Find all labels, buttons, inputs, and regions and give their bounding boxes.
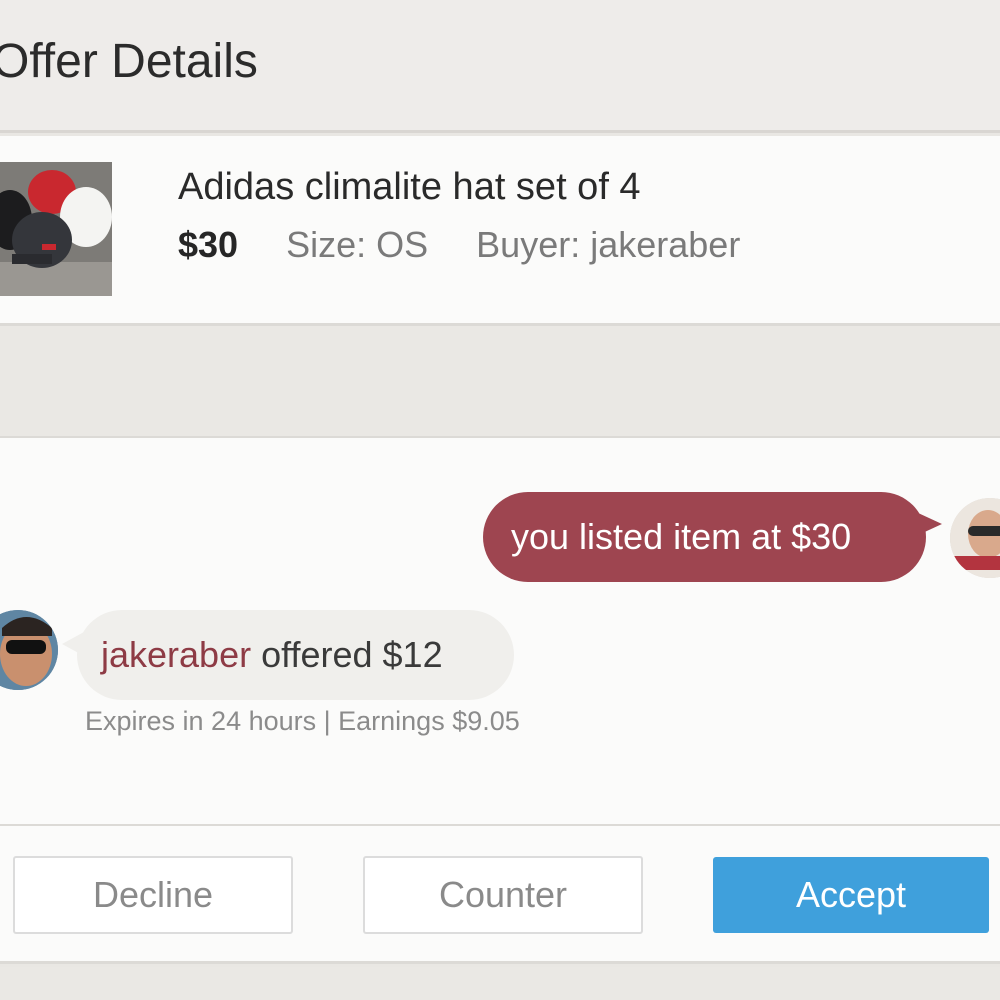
page-title: Offer Details [0, 35, 258, 88]
seller-bubble-tail [916, 512, 942, 536]
header-bar: Offer Details [0, 0, 1000, 133]
seller-message-bubble: you listed item at $30 [483, 492, 926, 582]
buyer-offer-bubble: jakeraber offered $12 [77, 610, 514, 700]
offer-username-link[interactable]: jakeraber [101, 634, 251, 676]
counter-button[interactable]: Counter [363, 856, 643, 934]
item-thumbnail[interactable] [0, 162, 112, 296]
seller-avatar-icon[interactable] [950, 498, 1000, 578]
item-size: Size: OS [286, 224, 429, 265]
buyer-avatar-icon[interactable] [0, 610, 58, 690]
item-card[interactable]: Adidas climalite hat set of 4 $30 Size: … [0, 136, 1000, 326]
accept-button[interactable]: Accept [713, 857, 989, 933]
offer-actions-bar: Decline Counter Accept [0, 826, 1000, 964]
offer-amount-text: offered $12 [261, 634, 443, 675]
decline-button[interactable]: Decline [13, 856, 293, 934]
offer-expiry-earnings: Expires in 24 hours | Earnings $9.05 [85, 706, 520, 736]
item-title[interactable]: Adidas climalite hat set of 4 [178, 166, 641, 209]
offer-conversation: you listed item at $30 jakeraber offered… [0, 436, 1000, 826]
item-meta-row: $30 Size: OS Buyer: jakeraber [178, 224, 740, 266]
item-buyer: Buyer: jakeraber [476, 224, 741, 265]
section-divider [0, 326, 1000, 436]
hats-photo-icon [0, 162, 112, 296]
item-price: $30 [178, 224, 239, 265]
bottom-divider [0, 967, 1000, 1000]
